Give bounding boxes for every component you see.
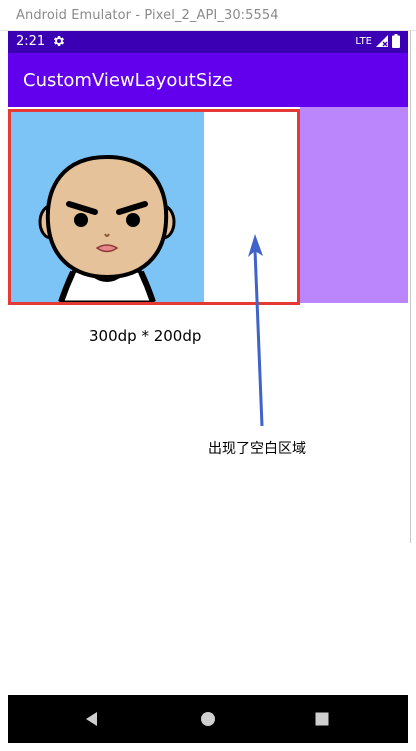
status-time: 2:21 xyxy=(16,34,46,49)
home-icon[interactable] xyxy=(196,707,220,731)
status-bar: 2:21 LTE xyxy=(8,31,408,53)
emulator-titlebar: Android Emulator - Pixel_2_API_30:5554 xyxy=(0,0,416,31)
navigation-bar xyxy=(8,695,408,743)
signal-icon xyxy=(376,35,388,47)
emulator-title: Android Emulator - Pixel_2_API_30:5554 xyxy=(16,8,279,23)
size-caption: 300dp * 200dp xyxy=(89,327,202,345)
app-title: CustomViewLayoutSize xyxy=(23,70,233,91)
app-bar: CustomViewLayoutSize xyxy=(8,53,408,107)
back-icon[interactable] xyxy=(80,707,104,731)
status-icons: LTE xyxy=(355,34,400,48)
recents-icon[interactable] xyxy=(310,707,334,731)
network-type: LTE xyxy=(355,35,372,47)
annotation-text: 出现了空白区域 xyxy=(208,441,306,457)
battery-icon xyxy=(392,34,400,48)
gear-icon xyxy=(53,36,65,46)
annotation-arrow-icon xyxy=(248,234,264,427)
bald-man-avatar-icon xyxy=(38,154,176,302)
avatar-image xyxy=(11,112,204,302)
emulator-frame-line xyxy=(410,31,411,543)
emulator-bottom-edge xyxy=(0,743,416,751)
parent-layout-background xyxy=(300,107,408,303)
